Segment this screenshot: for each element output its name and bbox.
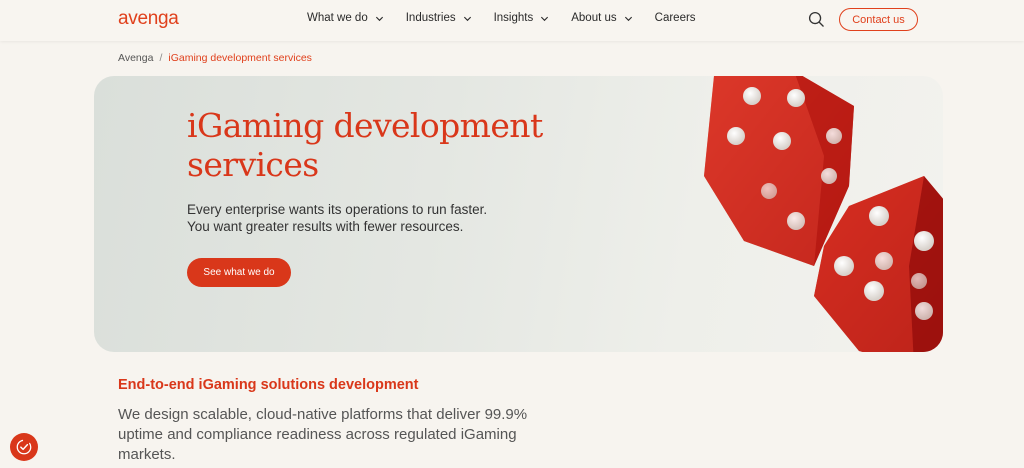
- nav-item-label: Careers: [654, 12, 696, 24]
- breadcrumb-current: iGaming development services: [168, 52, 312, 64]
- chevron-down-icon: [624, 16, 632, 21]
- red-dice-image: [704, 76, 943, 352]
- chevron-down-icon: [463, 16, 471, 21]
- nav-item-about-us[interactable]: About us: [571, 12, 632, 24]
- main-nav: What we do Industries Insights About us …: [307, 12, 718, 24]
- site-header: avenga What we do Industries Insights Ab…: [0, 0, 1024, 41]
- nav-item-label: Insights: [493, 12, 534, 24]
- nav-item-industries[interactable]: Industries: [406, 12, 472, 24]
- accessibility-icon: [16, 439, 32, 455]
- hero-subtitle-line-2: You want greater results with fewer reso…: [187, 219, 464, 234]
- nav-item-label: What we do: [307, 12, 368, 24]
- section-heading: End-to-end iGaming solutions development: [118, 377, 419, 393]
- nav-item-insights[interactable]: Insights: [494, 12, 550, 24]
- nav-item-careers[interactable]: Careers: [655, 12, 696, 24]
- breadcrumb: Avenga / iGaming development services: [118, 52, 312, 64]
- hero-banner: iGaming development services Every enter…: [94, 76, 943, 352]
- breadcrumb-separator: /: [159, 52, 163, 64]
- see-what-we-do-button[interactable]: See what we do: [187, 258, 291, 287]
- contact-us-button[interactable]: Contact us: [839, 8, 918, 31]
- nav-item-label: Industries: [405, 12, 456, 24]
- chevron-down-icon: [375, 16, 383, 21]
- breadcrumb-home-link[interactable]: Avenga: [118, 52, 153, 64]
- chevron-down-icon: [541, 16, 549, 21]
- accessibility-button[interactable]: [10, 433, 38, 461]
- page-title: iGaming development services: [187, 106, 543, 184]
- hero-subtitle: Every enterprise wants its operations to…: [187, 201, 567, 235]
- avenga-logo[interactable]: avenga: [118, 8, 179, 30]
- hero-subtitle-line-1: Every enterprise wants its operations to…: [187, 202, 488, 217]
- search-icon[interactable]: [808, 11, 825, 28]
- section-body-text: We design scalable, cloud-native platfor…: [118, 406, 528, 463]
- nav-item-label: About us: [571, 12, 617, 24]
- nav-item-what-we-do[interactable]: What we do: [307, 12, 384, 24]
